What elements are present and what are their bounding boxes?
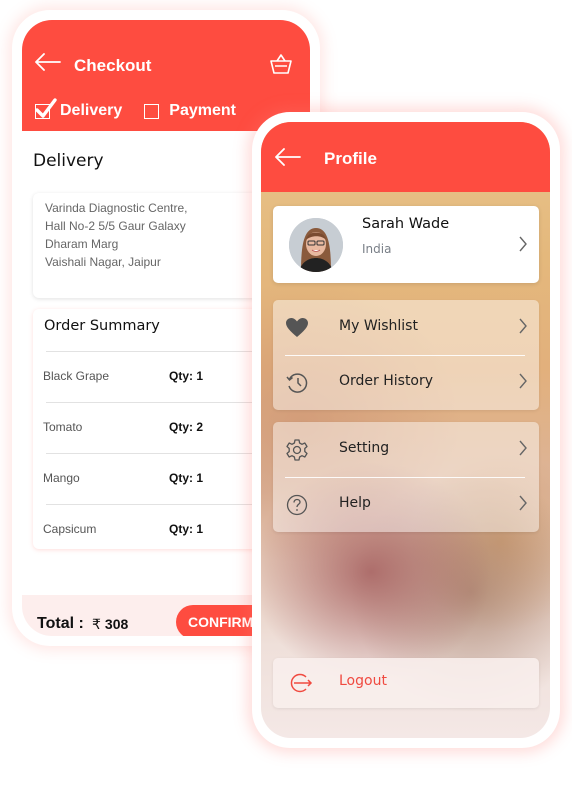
- item-qty: Qty: 1: [169, 471, 204, 485]
- history-icon: [286, 373, 308, 393]
- basket-icon[interactable]: [270, 54, 292, 74]
- checkmark-icon: [35, 97, 57, 118]
- checkbox-unchecked[interactable]: [144, 103, 160, 119]
- menu-label: My Wishlist: [339, 318, 418, 334]
- logout-label: Logout: [339, 673, 387, 689]
- item-qty: Qty: 2: [169, 420, 204, 434]
- menu-item-wishlist[interactable]: My Wishlist: [273, 300, 539, 356]
- checkout-steps: Delivery Payment: [35, 97, 258, 122]
- menu-label: Setting: [339, 440, 390, 456]
- item-qty: Qty: 1: [169, 369, 204, 383]
- chevron-right-icon: [519, 236, 527, 252]
- menu-item-help[interactable]: Help: [273, 477, 539, 532]
- profile-phone: Profile Sarah Wade India My Wishlist Ord…: [252, 112, 560, 748]
- menu-group: My Wishlist Order History: [273, 300, 539, 410]
- chevron-right-icon: [519, 440, 527, 456]
- page-title: Profile: [324, 149, 377, 168]
- item-name: Capsicum: [43, 522, 97, 536]
- help-icon: [286, 494, 308, 516]
- user-country: India: [362, 242, 392, 256]
- total-label: Total :: [37, 615, 84, 632]
- total-value: ₹308: [92, 616, 128, 633]
- rupee-icon: ₹: [92, 616, 101, 632]
- avatar: [289, 218, 343, 272]
- menu-item-order-history[interactable]: Order History: [273, 355, 539, 410]
- back-arrow-icon[interactable]: [275, 148, 301, 166]
- chevron-right-icon: [519, 373, 527, 389]
- step-payment[interactable]: Payment: [144, 102, 236, 120]
- menu-group: Setting Help: [273, 422, 539, 532]
- order-summary-title: Order Summary: [44, 318, 160, 334]
- gear-icon: [286, 439, 308, 461]
- menu-label: Help: [339, 495, 371, 511]
- checkout-header: Checkout Delivery Payment: [22, 20, 310, 131]
- page-title: Checkout: [74, 56, 152, 75]
- profile-header: Profile: [261, 122, 550, 192]
- section-title: Delivery: [33, 151, 104, 171]
- item-name: Tomato: [43, 420, 83, 434]
- step-label: Payment: [169, 102, 236, 119]
- item-qty: Qty: 1: [169, 522, 204, 536]
- item-name: Black Grape: [43, 369, 110, 383]
- step-delivery[interactable]: Delivery: [35, 97, 123, 120]
- checkbox-checked[interactable]: [35, 97, 57, 119]
- heart-icon: [286, 318, 308, 337]
- logout-icon: [290, 673, 313, 693]
- profile-card[interactable]: Sarah Wade India: [273, 206, 539, 283]
- back-arrow-icon[interactable]: [35, 53, 61, 71]
- item-name: Mango: [43, 471, 80, 485]
- chevron-right-icon: [519, 495, 527, 511]
- menu-item-setting[interactable]: Setting: [273, 422, 539, 478]
- total-amount: 308: [104, 616, 129, 632]
- user-name: Sarah Wade: [362, 216, 450, 232]
- avatar-image: [289, 218, 343, 272]
- profile-screen: Profile Sarah Wade India My Wishlist Ord…: [261, 122, 550, 738]
- logout-button[interactable]: Logout: [273, 658, 539, 708]
- menu-label: Order History: [339, 373, 434, 389]
- step-label: Delivery: [60, 102, 123, 119]
- chevron-right-icon: [519, 318, 527, 334]
